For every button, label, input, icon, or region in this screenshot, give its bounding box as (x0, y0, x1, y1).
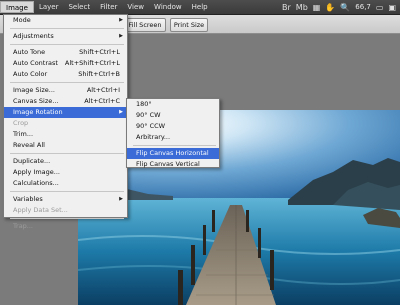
fill-screen-button[interactable]: Fill Screen (124, 18, 166, 32)
menu-separator (10, 44, 124, 45)
menu-item-image-size[interactable]: Image Size... Alt+Ctrl+I (4, 85, 127, 96)
menu-item-rotate-180-label: 180° (136, 100, 152, 108)
menu-separator (10, 191, 124, 192)
menu-item-rotate-180[interactable]: 180° (127, 99, 219, 110)
menu-help[interactable]: Help (187, 1, 213, 13)
menu-item-flip-canvas-horizontal[interactable]: Flip Canvas Horizontal (127, 148, 219, 159)
bridge-icon[interactable]: Br (282, 3, 291, 12)
shortcut-label: Alt+Ctrl+I (86, 86, 120, 94)
menu-item-variables-label: Variables (13, 195, 43, 203)
menu-separator (10, 82, 124, 83)
menu-item-trim-label: Trim... (13, 130, 34, 138)
menu-item-trap-label: Trap... (13, 222, 33, 230)
shortcut-label: Shift+Ctrl+B (78, 70, 120, 78)
menu-item-arbitrary-label: Arbitrary... (136, 133, 171, 141)
menu-item-mode-label: Mode (13, 16, 31, 24)
menu-item-rotate-90-ccw-label: 90° CCW (136, 122, 166, 130)
menu-item-crop-label: Crop (13, 119, 29, 127)
menu-item-flip-canvas-vertical-label: Flip Canvas Vertical (136, 160, 200, 168)
grid-icon[interactable]: ▦ (313, 3, 321, 12)
menu-item-auto-tone[interactable]: Auto Tone Shift+Ctrl+L (4, 47, 127, 58)
menu-item-calculations-label: Calculations... (13, 179, 59, 187)
menu-window[interactable]: Window (149, 1, 187, 13)
menu-item-auto-color[interactable]: Auto Color Shift+Ctrl+B (4, 69, 127, 80)
menu-item-adjustments-label: Adjustments (13, 32, 54, 40)
menu-layer[interactable]: Layer (34, 1, 64, 13)
submenu-arrow-icon: ▶ (119, 196, 123, 202)
menu-item-image-rotation-label: Image Rotation (13, 108, 63, 116)
menu-item-canvas-size-label: Canvas Size... (13, 97, 59, 105)
menu-image[interactable]: Image (0, 1, 34, 13)
menu-separator (10, 218, 124, 219)
submenu-arrow-icon: ▶ (119, 33, 123, 39)
menu-separator (133, 145, 216, 146)
image-menu: Mode ▶ Adjustments ▶ Auto Tone Shift+Ctrl+L… (3, 14, 128, 230)
menu-item-crop[interactable]: Crop (4, 118, 127, 129)
minibridge-icon[interactable]: Mb (296, 3, 308, 12)
submenu-arrow-icon: ▶ (119, 17, 123, 23)
arrange-documents-icon[interactable]: ▭ (376, 3, 384, 12)
menu-item-reveal-all-label: Reveal All (13, 141, 45, 149)
menu-item-variables[interactable]: Variables ▶ (4, 194, 127, 205)
menu-item-apply-data-set[interactable]: Apply Data Set... (4, 205, 127, 216)
menu-item-reveal-all[interactable]: Reveal All (4, 140, 127, 151)
menu-item-image-size-label: Image Size... (13, 86, 55, 94)
menu-item-canvas-size[interactable]: Canvas Size... Alt+Ctrl+C (4, 96, 127, 107)
menu-item-mode[interactable]: Mode ▶ (4, 15, 127, 26)
menu-item-auto-color-label: Auto Color (13, 70, 48, 78)
menu-item-adjustments[interactable]: Adjustments ▶ (4, 31, 127, 42)
menu-item-calculations[interactable]: Calculations... (4, 178, 127, 189)
menu-item-trim[interactable]: Trim... (4, 129, 127, 140)
zoom-tool-icon[interactable]: 🔍 (340, 3, 350, 12)
menu-item-auto-tone-label: Auto Tone (13, 48, 46, 56)
menu-item-flip-canvas-horizontal-label: Flip Canvas Horizontal (136, 149, 209, 157)
menu-item-apply-image-label: Apply Image... (13, 168, 60, 176)
zoom-level[interactable]: 66,7 (355, 3, 371, 11)
menu-item-rotate-90-ccw[interactable]: 90° CCW (127, 121, 219, 132)
menu-item-apply-image[interactable]: Apply Image... (4, 167, 127, 178)
menu-item-rotate-90-cw-label: 90° CW (136, 111, 161, 119)
shortcut-label: Shift+Ctrl+L (79, 48, 120, 56)
menu-item-image-rotation[interactable]: Image Rotation ▶ (4, 107, 127, 118)
image-rotation-submenu: 180° 90° CW 90° CCW Arbitrary... Flip Ca… (126, 98, 220, 168)
menu-item-flip-canvas-vertical[interactable]: Flip Canvas Vertical (127, 159, 219, 170)
menubar-tools: Br Mb ▦ ✋ 🔍 66,7 ▭ ▣ (282, 1, 396, 13)
menu-item-apply-data-set-label: Apply Data Set... (13, 206, 68, 214)
menu-item-arbitrary[interactable]: Arbitrary... (127, 132, 219, 143)
menu-separator (10, 28, 124, 29)
screen-mode-icon[interactable]: ▣ (388, 3, 396, 12)
menu-item-duplicate[interactable]: Duplicate... (4, 156, 127, 167)
menu-separator (10, 153, 124, 154)
print-size-button[interactable]: Print Size (170, 18, 208, 32)
menu-bar: Image Layer Select Filter View Window He… (0, 0, 400, 15)
hand-tool-icon[interactable]: ✋ (325, 3, 335, 12)
menu-filter[interactable]: Filter (95, 1, 122, 13)
menu-item-trap[interactable]: Trap... (4, 221, 127, 232)
menu-item-auto-contrast-label: Auto Contrast (13, 59, 58, 67)
menu-view[interactable]: View (122, 1, 149, 13)
menu-select[interactable]: Select (63, 1, 95, 13)
menu-item-duplicate-label: Duplicate... (13, 157, 51, 165)
submenu-arrow-icon: ▶ (119, 109, 123, 115)
shortcut-label: Alt+Shift+Ctrl+L (64, 59, 120, 67)
menu-item-auto-contrast[interactable]: Auto Contrast Alt+Shift+Ctrl+L (4, 58, 127, 69)
shortcut-label: Alt+Ctrl+C (84, 97, 120, 105)
menu-item-rotate-90-cw[interactable]: 90° CW (127, 110, 219, 121)
